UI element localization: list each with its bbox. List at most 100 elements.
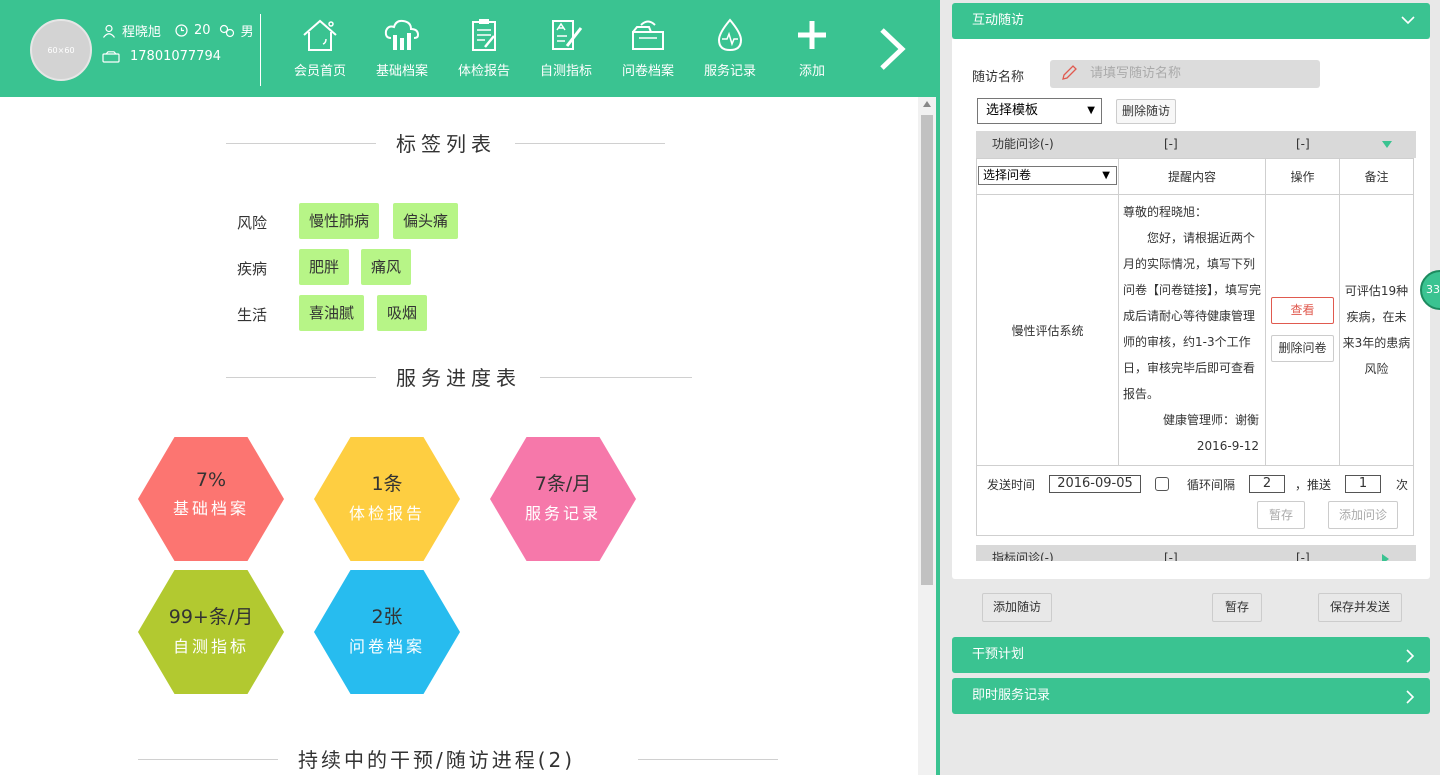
clock-icon <box>175 24 188 37</box>
header-action: 操作 <box>1265 158 1340 195</box>
progress-value: 1条 <box>371 473 403 495</box>
nav-member-home[interactable]: 会员首页 <box>279 14 361 84</box>
header-note: 备注 <box>1339 158 1414 195</box>
avatar[interactable]: 60×60 <box>30 19 92 81</box>
house-icon <box>303 19 337 51</box>
accordion-instant-service-records[interactable]: 即时服务记录 <box>952 678 1430 714</box>
questionnaire-select[interactable]: 选择问卷 ▼ <box>978 166 1117 185</box>
nav-label: 自测指标 <box>539 64 592 79</box>
tags-title-line-right <box>515 143 665 144</box>
tag-item[interactable]: 痛风 <box>361 249 412 285</box>
followup-name-placeholder: 请填写随访名称 <box>1090 66 1182 81</box>
nav-service-records[interactable]: 服务记录 <box>689 14 771 84</box>
chevron-right-icon <box>1406 690 1415 704</box>
loop-checkbox[interactable] <box>1155 477 1169 491</box>
times-label: 次 <box>1396 478 1409 492</box>
message-body: 您好，请根据近两个月的实际情况，填写下列问卷【问卷链接】，填写完成后请耐心等待健… <box>1123 231 1262 401</box>
save-and-send-button[interactable]: 保存并发送 <box>1318 593 1402 622</box>
nav-questionnaire-archive[interactable]: 问卷档案 <box>607 14 689 84</box>
tag-item[interactable]: 喜油腻 <box>299 295 365 331</box>
add-followup-button[interactable]: 添加随访 <box>982 593 1052 622</box>
nav-basic-archive[interactable]: 基础档案 <box>361 14 443 84</box>
section-col2: [-] <box>1164 137 1178 151</box>
save-temp-button[interactable]: 暂存 <box>1212 593 1262 622</box>
save-temp-row-button[interactable]: 暂存 <box>1257 501 1305 529</box>
add-consult-button[interactable]: 添加问诊 <box>1328 501 1398 529</box>
delete-questionnaire-button[interactable]: 删除问卷 <box>1271 335 1334 362</box>
triangle-right-icon <box>1382 554 1389 561</box>
pen-paper-icon <box>552 20 583 50</box>
loop-interval-label: 循环间隔 <box>1187 478 1236 492</box>
progress-hex-checkup-report[interactable]: 1条 体检报告 <box>314 437 460 561</box>
clipboard-icon <box>472 19 496 51</box>
user-phone-row: 17801077794 <box>102 49 221 64</box>
accordion-interactive-followup[interactable]: 互动随访 <box>952 3 1430 39</box>
nav-self-test[interactable]: 自测指标 <box>525 14 607 84</box>
tag-item[interactable]: 吸烟 <box>377 295 428 331</box>
progress-hex-service-records[interactable]: 7条/月 服务记录 <box>490 437 636 561</box>
chevron-right-icon <box>1406 649 1415 663</box>
section-col2: [-] <box>1164 551 1178 561</box>
section-title: 功能问诊(-) <box>992 137 1054 151</box>
nav-label: 体检报告 <box>457 64 510 79</box>
progress-value: 7% <box>195 469 227 491</box>
tag-item[interactable]: 肥胖 <box>299 249 350 285</box>
push-count-input[interactable]: 1 <box>1345 475 1381 493</box>
nav-add[interactable]: 添加 <box>771 14 853 84</box>
send-time-label: 发送时间 <box>987 478 1036 492</box>
vertical-scrollbar[interactable] <box>918 97 936 775</box>
progress-hex-questionnaire[interactable]: 2张 问卷档案 <box>314 570 460 694</box>
interactive-followup-body: 随访名称 请填写随访名称 选择模板 ▼ 删除随访 功能问诊(-) [-] [-] … <box>952 39 1430 579</box>
user-info-row: 程晓旭 20 男 <box>102 21 254 40</box>
tag-item[interactable]: 偏头痛 <box>393 203 459 239</box>
template-select[interactable]: 选择模板 ▼ <box>977 98 1102 124</box>
progress-hex-basic-archive[interactable]: 7% 基础档案 <box>138 437 284 561</box>
followup-name-input[interactable]: 请填写随访名称 <box>1050 60 1320 88</box>
section-functional-consult[interactable]: 功能问诊(-) [-] [-] <box>976 131 1416 158</box>
chevron-down-icon <box>1401 16 1415 25</box>
loop-interval-input[interactable]: 2 <box>1249 475 1285 493</box>
action-cell: 查看 删除问卷 <box>1265 194 1340 466</box>
delete-followup-button[interactable]: 删除随访 <box>1116 99 1176 124</box>
user-age: 20 <box>194 23 211 38</box>
accordion-intervention-plan[interactable]: 干预计划 <box>952 637 1430 673</box>
accordion-title: 互动随访 <box>972 13 1025 28</box>
progress-title: 服务进度表 <box>396 362 521 391</box>
progress-name: 服务记录 <box>524 504 601 523</box>
send-settings-cell: 发送时间 2016-09-05 循环间隔 2 ，推送 1 次 暂存 添加问诊 <box>976 465 1414 536</box>
view-button[interactable]: 查看 <box>1271 297 1334 324</box>
scrollbar-thumb[interactable] <box>921 115 933 585</box>
ongoing-title: 持续中的干预/随访进程(2) <box>298 744 576 773</box>
pencil-icon <box>1062 65 1077 80</box>
message-greeting: 尊敬的程晓旭： <box>1123 205 1208 219</box>
header-content: 提醒内容 <box>1118 158 1266 195</box>
ongoing-title-line-right <box>638 759 778 760</box>
template-select-value: 选择模板 <box>986 103 1039 118</box>
progress-name: 体检报告 <box>348 504 425 523</box>
tag-item[interactable]: 慢性肺病 <box>299 203 380 239</box>
progress-title-line-left <box>226 377 376 378</box>
accordion-title: 即时服务记录 <box>972 688 1051 703</box>
section-col3: [-] <box>1296 551 1310 561</box>
avatar-placeholder-text: 60×60 <box>47 45 75 55</box>
survey-table: 功能问诊(-) [-] [-] 选择问卷 ▼ 提醒内容 操作 备注 慢性评估系统 … <box>976 131 1416 561</box>
progress-name: 问卷档案 <box>348 637 425 656</box>
nav-checkup-report[interactable]: 体检报告 <box>443 14 525 84</box>
chevron-right-icon[interactable] <box>872 26 912 72</box>
questionnaire-select-cell: 选择问卷 ▼ <box>976 158 1119 195</box>
ongoing-title-line-left <box>138 759 278 760</box>
send-time-input[interactable]: 2016-09-05 <box>1049 475 1141 493</box>
nav-label: 添加 <box>798 64 825 79</box>
phone-icon <box>102 50 120 63</box>
gender-icon <box>219 24 234 37</box>
header-divider <box>260 14 261 86</box>
tag-row-label-risk: 风险 <box>237 214 268 232</box>
scroll-up-arrow[interactable] <box>923 101 931 107</box>
user-icon <box>103 24 115 38</box>
cloud-chart-icon <box>384 19 420 50</box>
progress-hex-self-test[interactable]: 99+条/月 自测指标 <box>138 570 284 694</box>
tag-row-label-disease: 疾病 <box>237 260 268 278</box>
note-cell: 可评估19种疾病，在未来3年的患病风险 <box>1339 194 1414 466</box>
section-indicator-consult[interactable]: 指标问诊(-) [-] [-] <box>976 545 1416 561</box>
nav-label: 会员首页 <box>293 64 346 79</box>
